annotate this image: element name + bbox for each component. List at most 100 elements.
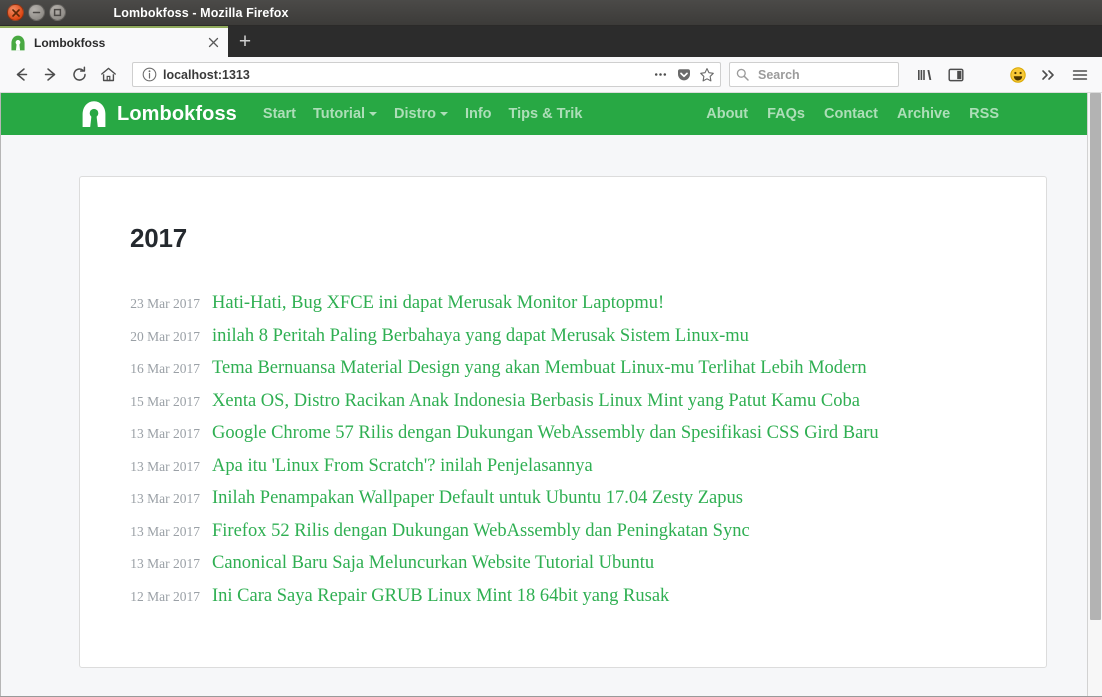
list-item: 13 Mar 2017 Canonical Baru Saja Meluncur… bbox=[130, 552, 996, 575]
nav-item-start[interactable]: Start bbox=[263, 106, 296, 122]
nav-item-tutorial[interactable]: Tutorial bbox=[313, 106, 378, 122]
post-title-link[interactable]: Firefox 52 Rilis dengan Dukungan WebAsse… bbox=[212, 520, 750, 542]
nav-item-label: FAQs bbox=[767, 106, 805, 122]
minimize-icon bbox=[32, 11, 41, 14]
nav-item-label: Info bbox=[464, 106, 492, 122]
content-wrapper: 2017 23 Mar 2017 Hati-Hati, Bug XFCE ini… bbox=[1, 135, 1087, 668]
post-date: 12 Mar 2017 bbox=[130, 588, 200, 604]
nav-item-faqs[interactable]: FAQs bbox=[767, 106, 805, 122]
post-title-link[interactable]: Tema Bernuansa Material Design yang akan… bbox=[212, 357, 867, 379]
window-titlebar: Lombokfoss - Mozilla Firefox bbox=[0, 0, 1102, 26]
hamburger-menu-icon[interactable] bbox=[1066, 61, 1094, 89]
post-date: 20 Mar 2017 bbox=[130, 328, 200, 344]
nav-item-about[interactable]: About bbox=[706, 106, 748, 122]
post-title-link[interactable]: Apa itu 'Linux From Scratch'? inilah Pen… bbox=[212, 455, 593, 477]
list-item: 23 Mar 2017 Hati-Hati, Bug XFCE ini dapa… bbox=[130, 292, 996, 315]
post-title-link[interactable]: inilah 8 Peritah Paling Berbahaya yang d… bbox=[212, 325, 749, 347]
vertical-scrollbar[interactable] bbox=[1087, 93, 1102, 697]
home-button[interactable] bbox=[95, 61, 122, 88]
window-minimize-button[interactable] bbox=[28, 4, 45, 21]
tab-strip: Lombokfoss + bbox=[0, 26, 1102, 57]
nav-item-archive[interactable]: Archive bbox=[897, 106, 950, 122]
window-title-text: Lombokfoss - Mozilla Firefox bbox=[113, 5, 289, 20]
chevron-down-icon bbox=[439, 112, 448, 116]
identity-info-icon[interactable] bbox=[140, 65, 159, 84]
arrow-left-icon bbox=[16, 68, 28, 81]
window-title: Lombokfoss - Mozilla Firefox bbox=[0, 6, 1102, 20]
url-bar[interactable]: localhost:1313 bbox=[132, 62, 721, 87]
post-date: 13 Mar 2017 bbox=[130, 458, 200, 474]
post-title-link[interactable]: Xenta OS, Distro Racikan Anak Indonesia … bbox=[212, 390, 860, 412]
forward-button[interactable] bbox=[37, 61, 64, 88]
post-title-link[interactable]: Ini Cara Saya Repair GRUB Linux Mint 18 … bbox=[212, 585, 669, 607]
nav-item-label: Tips & Trik bbox=[508, 106, 583, 122]
lombokfoss-favicon-icon bbox=[10, 35, 26, 51]
close-icon bbox=[11, 8, 20, 17]
nav-item-distro[interactable]: Distro bbox=[394, 106, 448, 122]
new-tab-button[interactable]: + bbox=[228, 26, 262, 57]
nav-item-tips-trik[interactable]: Tips & Trik bbox=[509, 106, 583, 122]
browser-tab-lombokfoss[interactable]: Lombokfoss bbox=[0, 26, 228, 57]
reload-icon bbox=[73, 66, 86, 81]
site-navbar: Lombokfoss Start Tutorial Distro Info Ti… bbox=[1, 93, 1087, 135]
sync-account-icon[interactable] bbox=[973, 61, 1001, 89]
site-brand-text: Lombokfoss bbox=[117, 102, 237, 125]
save-to-pocket-button[interactable] bbox=[673, 64, 694, 85]
window-maximize-button[interactable] bbox=[49, 4, 66, 21]
list-item: 15 Mar 2017 Xenta OS, Distro Racikan Ana… bbox=[130, 390, 996, 413]
library-icon[interactable] bbox=[911, 61, 939, 89]
arrow-right-icon bbox=[44, 68, 56, 81]
bookmark-star-button[interactable] bbox=[696, 64, 717, 85]
lombokfoss-logo-icon bbox=[81, 100, 107, 128]
nav-item-label: RSS bbox=[969, 106, 999, 122]
back-button[interactable] bbox=[8, 61, 35, 88]
page-actions-button[interactable] bbox=[650, 64, 671, 85]
archive-post-list: 23 Mar 2017 Hati-Hati, Bug XFCE ini dapa… bbox=[130, 292, 996, 608]
smiley-feedback-icon[interactable] bbox=[1004, 61, 1032, 89]
post-title-link[interactable]: Inilah Penampakan Wallpaper Default untu… bbox=[212, 487, 743, 509]
page-title: 2017 bbox=[130, 223, 188, 253]
home-icon bbox=[101, 67, 116, 82]
nav-item-label: Contact bbox=[823, 106, 878, 122]
site-nav-left: Start Tutorial Distro Info Tips & Trik bbox=[263, 106, 583, 122]
site-brand[interactable]: Lombokfoss bbox=[81, 100, 237, 128]
window-close-button[interactable] bbox=[7, 4, 24, 21]
post-date: 15 Mar 2017 bbox=[130, 393, 200, 409]
nav-item-label: Distro bbox=[394, 106, 436, 122]
reload-button[interactable] bbox=[66, 61, 93, 88]
list-item: 16 Mar 2017 Tema Bernuansa Material Desi… bbox=[130, 357, 996, 380]
post-title-link[interactable]: Hati-Hati, Bug XFCE ini dapat Merusak Mo… bbox=[212, 292, 664, 314]
list-item: 20 Mar 2017 inilah 8 Peritah Paling Berb… bbox=[130, 325, 996, 348]
maximize-icon bbox=[53, 8, 62, 17]
tab-close-button[interactable] bbox=[204, 34, 222, 52]
nav-item-info[interactable]: Info bbox=[465, 106, 492, 122]
web-page: Lombokfoss Start Tutorial Distro Info Ti… bbox=[0, 93, 1087, 697]
star-icon bbox=[699, 67, 714, 81]
post-date: 13 Mar 2017 bbox=[130, 491, 200, 506]
nav-item-rss[interactable]: RSS bbox=[969, 106, 999, 122]
search-bar[interactable]: Search bbox=[729, 62, 899, 87]
archive-card: 2017 23 Mar 2017 Hati-Hati, Bug XFCE ini… bbox=[79, 176, 1047, 668]
post-title-link[interactable]: Google Chrome 57 Rilis dengan Dukungan W… bbox=[212, 422, 879, 444]
window-controls bbox=[0, 4, 66, 21]
search-icon bbox=[736, 68, 752, 81]
page-viewport: Lombokfoss Start Tutorial Distro Info Ti… bbox=[0, 93, 1102, 697]
site-nav-right: About FAQs Contact Archive RSS bbox=[706, 106, 1067, 122]
chevron-down-icon bbox=[369, 112, 378, 116]
plus-icon: + bbox=[238, 30, 252, 53]
url-text: localhost:1313 bbox=[163, 67, 250, 82]
overflow-chevrons-icon[interactable] bbox=[1035, 61, 1063, 89]
post-date: 16 Mar 2017 bbox=[130, 361, 200, 376]
post-title-link[interactable]: Canonical Baru Saja Meluncurkan Website … bbox=[212, 552, 654, 574]
scrollbar-thumb[interactable] bbox=[1090, 93, 1101, 620]
url-actions bbox=[650, 64, 717, 85]
list-item: 13 Mar 2017 Apa itu 'Linux From Scratch'… bbox=[130, 455, 996, 478]
close-icon bbox=[208, 37, 218, 48]
nav-item-label: Start bbox=[262, 106, 296, 122]
nav-item-contact[interactable]: Contact bbox=[824, 106, 878, 122]
browser-toolbar: localhost:1313 Search bbox=[0, 57, 1102, 93]
sidebar-icon[interactable] bbox=[942, 61, 970, 89]
list-item: 12 Mar 2017 Ini Cara Saya Repair GRUB Li… bbox=[130, 585, 996, 608]
nav-item-label: Archive bbox=[896, 106, 951, 122]
ellipsis-icon bbox=[654, 73, 667, 76]
